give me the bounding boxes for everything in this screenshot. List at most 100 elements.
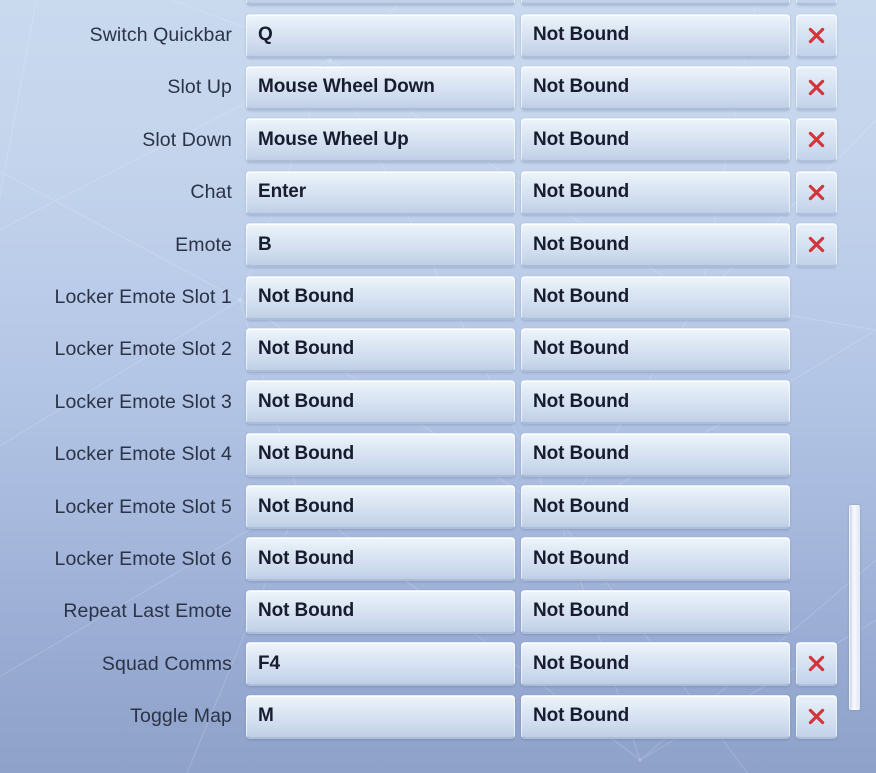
binding-row: Locker Emote Slot 1 Not Bound Not Bound [0, 271, 876, 323]
binding-row: Locker Emote Slot 5 Not Bound Not Bound [0, 481, 876, 533]
binding-field-secondary[interactable]: Not Bound [521, 432, 790, 477]
binding-value-primary: Not Bound [258, 495, 355, 517]
binding-value-primary: Mouse Wheel Up [258, 128, 409, 150]
binding-field-secondary[interactable]: Not Bound [521, 65, 790, 110]
binding-value-primary: Not Bound [258, 338, 355, 360]
binding-value-primary: B [258, 233, 272, 255]
binding-field-secondary[interactable]: Not Bound [521, 223, 790, 268]
clear-binding-button[interactable] [796, 118, 837, 163]
binding-field-secondary[interactable]: Not Bound [521, 537, 790, 582]
binding-row: Emote B Not Bound [0, 219, 876, 271]
binding-value-secondary: Not Bound [533, 443, 630, 465]
binding-field-primary[interactable]: Not Bound [246, 485, 515, 530]
clear-binding-button[interactable] [796, 694, 837, 739]
binding-value-primary: Mouse Wheel Down [258, 76, 435, 98]
binding-field-primary[interactable]: Not Bound [246, 380, 515, 425]
binding-row: Chat Enter Not Bound [0, 167, 876, 219]
binding-field-primary[interactable]: Not Bound [246, 589, 515, 634]
binding-value-secondary: Not Bound [533, 705, 630, 727]
close-x-icon [808, 132, 825, 148]
binding-label: Locker Emote Slot 1 [54, 286, 232, 309]
binding-field-primary[interactable]: Not Bound [246, 537, 515, 582]
clear-binding-button[interactable] [796, 13, 837, 58]
binding-field-secondary[interactable]: Not Bound [521, 380, 790, 425]
binding-label: Repeat Last Emote [63, 600, 232, 623]
clear-binding-button[interactable] [796, 170, 837, 215]
binding-label: Toggle Map [130, 705, 232, 728]
binding-value-secondary: Not Bound [533, 286, 630, 308]
binding-row: Left Alt Right Alt [0, 0, 876, 9]
binding-value-secondary: Not Bound [533, 390, 630, 412]
binding-field-primary[interactable]: Mouse Wheel Up [246, 118, 515, 163]
binding-value-primary: Not Bound [258, 600, 355, 622]
binding-row: Toggle Map M Not Bound [0, 690, 876, 742]
close-x-icon [808, 79, 825, 96]
scrollbar-thumb[interactable] [849, 505, 860, 710]
scrollbar-track[interactable] [849, 0, 860, 773]
binding-label: Emote [175, 233, 232, 256]
binding-row: Locker Emote Slot 6 Not Bound Not Bound [0, 533, 876, 585]
binding-field-secondary[interactable]: Right Alt [521, 0, 790, 6]
binding-value-primary: Enter [258, 181, 307, 203]
binding-label: Locker Emote Slot 6 [54, 547, 232, 570]
binding-row: Repeat Last Emote Not Bound Not Bound [0, 586, 876, 638]
close-x-icon [808, 236, 825, 253]
binding-field-secondary[interactable]: Not Bound [521, 694, 790, 739]
binding-value-primary: Not Bound [258, 286, 355, 308]
binding-field-secondary[interactable]: Not Bound [521, 642, 790, 687]
binding-value-primary: F4 [258, 652, 280, 674]
clear-binding-button[interactable] [796, 0, 837, 6]
binding-field-primary[interactable]: Left Alt [246, 0, 515, 6]
binding-value-primary: M [258, 705, 274, 727]
binding-field-primary[interactable]: Not Bound [246, 327, 515, 372]
binding-field-secondary[interactable]: Not Bound [521, 327, 790, 372]
binding-label: Locker Emote Slot 3 [54, 390, 232, 413]
binding-field-primary[interactable]: Not Bound [246, 432, 515, 477]
binding-value-secondary: Not Bound [533, 24, 630, 46]
binding-field-primary[interactable]: Enter [246, 170, 515, 215]
binding-field-primary[interactable]: Q [246, 13, 515, 58]
binding-value-secondary: Not Bound [533, 652, 630, 674]
binding-field-primary[interactable]: Not Bound [246, 275, 515, 320]
keybindings-screen: Left Alt Right Alt Switch Quickbar Q Not Bou… [0, 0, 876, 773]
binding-label: Switch Quickbar [89, 24, 232, 47]
binding-row: Locker Emote Slot 2 Not Bound Not Bound [0, 324, 876, 376]
binding-label: Locker Emote Slot 4 [54, 443, 232, 466]
binding-row: Locker Emote Slot 3 Not Bound Not Bound [0, 376, 876, 428]
close-x-icon [808, 656, 825, 672]
binding-value-primary: Q [258, 24, 273, 46]
clear-binding-button[interactable] [796, 642, 837, 687]
binding-label: Chat [190, 181, 232, 204]
binding-rows-list: Left Alt Right Alt Switch Quickbar Q Not Bou… [0, 0, 876, 743]
binding-value-secondary: Not Bound [533, 76, 630, 98]
binding-field-secondary[interactable]: Not Bound [521, 275, 790, 320]
binding-field-secondary[interactable]: Not Bound [521, 118, 790, 163]
binding-value-secondary: Not Bound [533, 128, 630, 150]
binding-label: Slot Up [167, 76, 232, 99]
binding-row: Slot Up Mouse Wheel Down Not Bound [0, 62, 876, 114]
binding-field-primary[interactable]: Mouse Wheel Down [246, 65, 515, 110]
binding-value-secondary: Not Bound [533, 181, 630, 203]
binding-value-secondary: Not Bound [533, 600, 630, 622]
clear-binding-button[interactable] [796, 223, 837, 268]
binding-field-primary[interactable]: M [246, 694, 515, 739]
binding-field-primary[interactable]: F4 [246, 642, 515, 687]
close-x-icon [808, 27, 825, 43]
binding-row: Slot Down Mouse Wheel Up Not Bound [0, 114, 876, 166]
binding-row: Locker Emote Slot 4 Not Bound Not Bound [0, 429, 876, 481]
binding-field-secondary[interactable]: Not Bound [521, 589, 790, 634]
binding-value-secondary: Not Bound [533, 233, 630, 255]
binding-field-primary[interactable]: B [246, 223, 515, 268]
binding-value-secondary: Not Bound [533, 338, 630, 360]
binding-label: Squad Comms [101, 652, 232, 675]
binding-field-secondary[interactable]: Not Bound [521, 485, 790, 530]
close-x-icon [808, 184, 825, 200]
binding-field-secondary[interactable]: Not Bound [521, 13, 790, 58]
binding-value-secondary: Not Bound [533, 495, 630, 517]
clear-binding-button[interactable] [796, 65, 837, 110]
binding-label: Locker Emote Slot 5 [54, 495, 232, 518]
binding-value-secondary: Not Bound [533, 547, 630, 569]
binding-value-primary: Not Bound [258, 547, 355, 569]
close-x-icon [808, 708, 825, 724]
binding-field-secondary[interactable]: Not Bound [521, 170, 790, 215]
